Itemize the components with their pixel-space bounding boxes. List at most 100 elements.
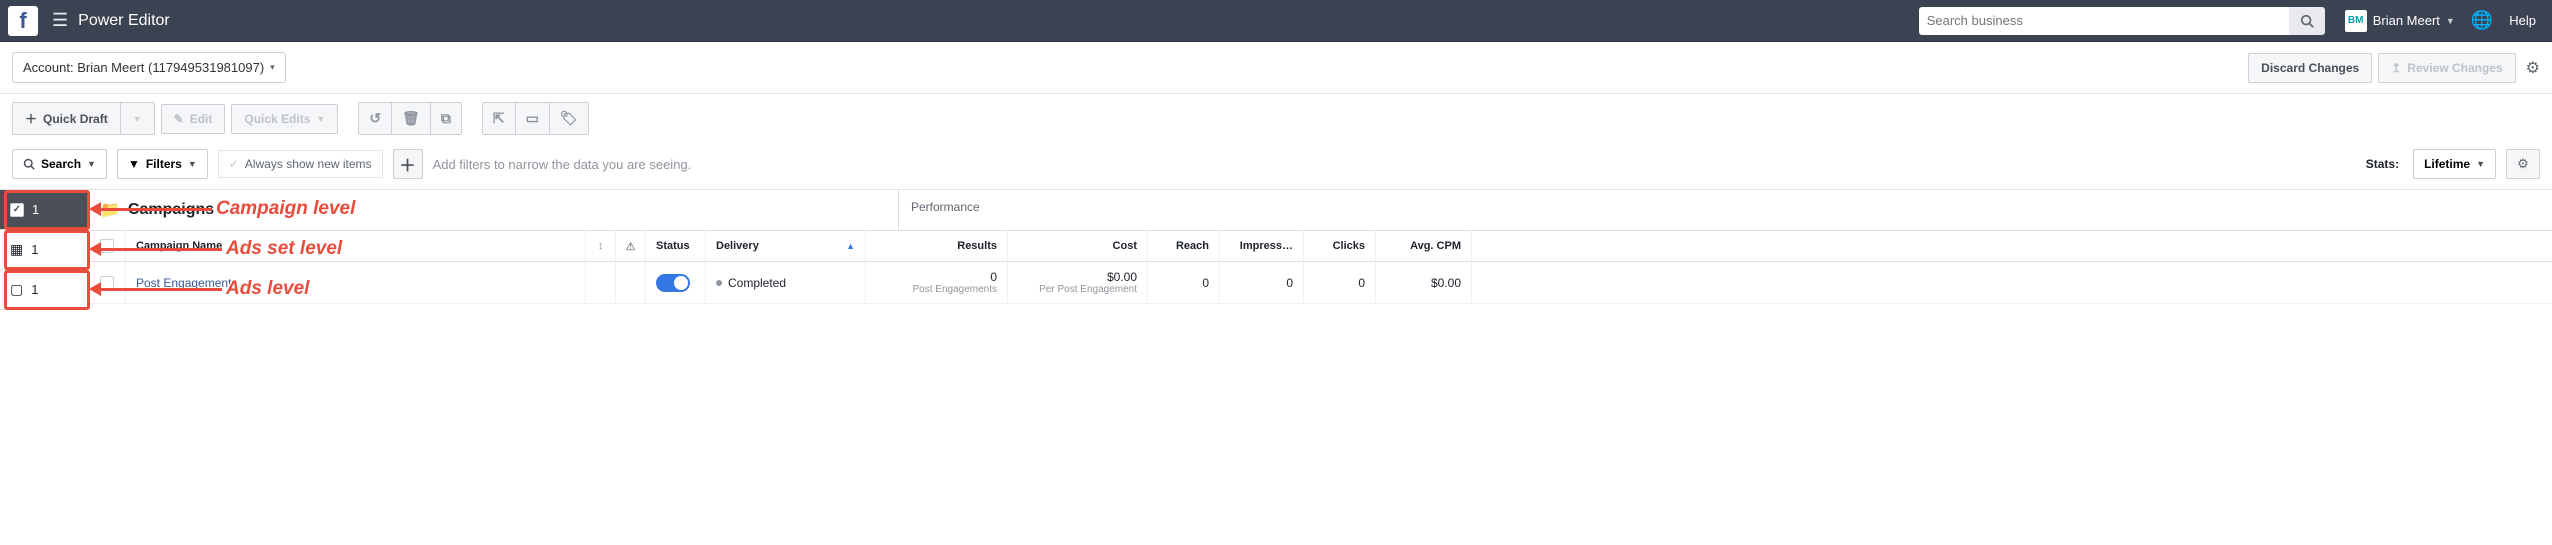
discard-changes-button[interactable]: Discard Changes <box>2248 53 2372 83</box>
help-link[interactable]: Help <box>2509 13 2536 28</box>
col-sort[interactable]: ↕ <box>586 231 616 261</box>
stats-label: Stats: <box>2366 157 2399 171</box>
tab-campaigns[interactable]: 1 <box>0 190 88 230</box>
tab-ads[interactable]: ▢ 1 <box>0 270 88 310</box>
import-button[interactable]: ▭ <box>515 102 550 135</box>
tag-icon: 🏷 <box>560 110 578 127</box>
caret-down-icon: ▼ <box>316 114 325 124</box>
results-label: Post Engagements <box>913 284 998 295</box>
level-tabs: 1 ▦ 1 ▢ 1 <box>0 190 88 310</box>
trash-icon: 🗑 <box>402 110 420 127</box>
clicks-value: 0 <box>1358 276 1365 290</box>
col-reach[interactable]: Reach <box>1148 231 1220 261</box>
review-changes-button[interactable]: ↥ Review Changes <box>2378 53 2515 83</box>
col-warning[interactable]: ⚠ <box>616 231 646 261</box>
search-button[interactable] <box>2289 7 2325 35</box>
always-show-new-toggle[interactable]: ✓ Always show new items <box>218 150 383 178</box>
delete-button[interactable]: 🗑 <box>391 102 431 135</box>
cost-label: Per Post Engagement <box>1039 284 1137 295</box>
user-avatar: BM <box>2345 10 2367 32</box>
col-status[interactable]: Status <box>646 231 706 261</box>
account-name: Brian Meert (117949531981097) <box>77 60 264 75</box>
hamburger-icon[interactable]: ☰ <box>52 10 68 31</box>
folder-icon: 📁 <box>100 200 120 220</box>
funnel-icon: ▼ <box>128 157 140 171</box>
account-label-prefix: Account: <box>23 60 74 75</box>
quick-draft-button[interactable]: ＋ Quick Draft <box>12 102 121 135</box>
col-cost[interactable]: Cost <box>1008 231 1148 261</box>
facebook-logo[interactable]: f <box>8 6 38 36</box>
user-name: Brian Meert <box>2373 13 2440 28</box>
results-value: 0 <box>990 270 997 284</box>
duplicate-icon: ⧉ <box>441 110 451 127</box>
filter-placeholder: Add filters to narrow the data you are s… <box>433 157 692 172</box>
col-name[interactable]: Campaign Name <box>126 231 586 261</box>
caret-down-icon: ▼ <box>133 114 142 124</box>
caret-down-icon: ▼ <box>87 159 96 169</box>
pencil-icon: ✎ <box>174 112 184 126</box>
delivery-status: Completed <box>728 276 786 290</box>
search-wrap <box>1919 7 2325 35</box>
table-row[interactable]: Post Engagement Completed 0 Post Engagem… <box>88 262 2552 304</box>
col-results[interactable]: Results <box>866 231 1008 261</box>
import-icon: ▭ <box>526 110 539 127</box>
select-all-checkbox[interactable] <box>100 239 114 253</box>
revert-button[interactable]: ↺ <box>358 102 392 135</box>
quick-draft-dropdown[interactable]: ▼ <box>120 102 155 135</box>
col-delivery[interactable]: Delivery ▲ <box>706 231 866 261</box>
caret-down-icon: ▼ <box>2476 159 2485 169</box>
cpm-value: $0.00 <box>1431 276 1461 290</box>
user-menu[interactable]: BM Brian Meert ▼ <box>2345 10 2455 32</box>
tab-adsets[interactable]: ▦ 1 <box>0 230 88 270</box>
data-grid: 📁 Campaigns Performance Campaign Name ↕ … <box>88 190 2552 310</box>
adset-icon: ▦ <box>10 241 23 258</box>
revert-icon: ↺ <box>369 110 381 127</box>
impressions-value: 0 <box>1286 276 1293 290</box>
globe-icon[interactable]: 🌐 <box>2471 10 2493 31</box>
quick-edits-button[interactable]: Quick Edits ▼ <box>231 104 338 134</box>
search-input[interactable] <box>1919 7 2289 35</box>
duplicate-button[interactable]: ⧉ <box>430 102 462 135</box>
search-icon <box>23 158 35 170</box>
export-icon: ⇱ <box>493 110 505 127</box>
account-bar: Account: Brian Meert (117949531981097) ▾… <box>0 42 2552 94</box>
status-dot-icon <box>716 280 722 286</box>
upload-icon: ↥ <box>2391 61 2401 75</box>
toolbar: ＋ Quick Draft ▼ ✎ Edit Quick Edits ▼ ↺ 🗑… <box>0 94 2552 143</box>
tag-button[interactable]: 🏷 <box>549 102 589 135</box>
col-cpm[interactable]: Avg. CPM <box>1376 231 1472 261</box>
filters-button[interactable]: ▼ Filters ▼ <box>117 149 208 179</box>
performance-header: Performance <box>898 190 2552 230</box>
col-impressions[interactable]: Impress… <box>1220 231 1304 261</box>
col-clicks[interactable]: Clicks <box>1304 231 1376 261</box>
caret-down-icon: ▼ <box>188 159 197 169</box>
status-toggle[interactable] <box>656 274 690 292</box>
search-icon <box>2300 14 2314 28</box>
check-icon: ✓ <box>229 157 239 171</box>
gear-icon[interactable]: ⚙ <box>2526 58 2540 78</box>
filter-bar: Search ▼ ▼ Filters ▼ ✓ Always show new i… <box>0 143 2552 190</box>
ad-icon: ▢ <box>10 281 23 298</box>
checkbox-icon <box>10 203 24 217</box>
caret-down-icon: ▼ <box>2446 16 2455 26</box>
cost-value: $0.00 <box>1107 270 1137 284</box>
stats-range-button[interactable]: Lifetime ▼ <box>2413 149 2496 179</box>
caret-down-icon: ▾ <box>270 62 275 73</box>
add-filter-button[interactable]: ＋ <box>393 149 423 179</box>
export-button[interactable]: ⇱ <box>482 102 516 135</box>
row-checkbox[interactable] <box>100 276 114 290</box>
reach-value: 0 <box>1202 276 1209 290</box>
tab-count: 1 <box>31 282 38 297</box>
campaign-name-link[interactable]: Post Engagement <box>136 276 231 290</box>
edit-button[interactable]: ✎ Edit <box>161 104 226 134</box>
tab-count: 1 <box>31 242 38 257</box>
top-nav: f ☰ Power Editor BM Brian Meert ▼ 🌐 Help <box>0 0 2552 42</box>
customize-columns-button[interactable]: ⚙ <box>2506 149 2540 179</box>
account-selector[interactable]: Account: Brian Meert (117949531981097) ▾ <box>12 52 286 83</box>
column-headers: Campaign Name ↕ ⚠ Status Delivery ▲ Resu… <box>88 231 2552 262</box>
app-title: Power Editor <box>78 12 170 30</box>
sort-asc-icon: ▲ <box>846 241 855 251</box>
plus-icon: ＋ <box>400 152 416 176</box>
search-filter-button[interactable]: Search ▼ <box>12 149 107 179</box>
section-title: Campaigns <box>128 201 214 219</box>
